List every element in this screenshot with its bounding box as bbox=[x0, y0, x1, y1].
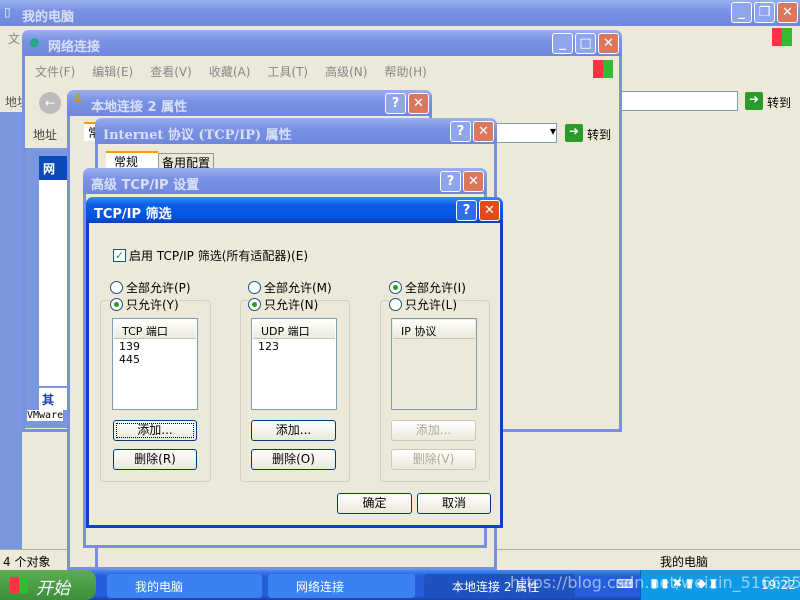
local-props-title: 本地连接 2 属性 bbox=[91, 100, 188, 115]
menu-file[interactable]: 文 bbox=[8, 30, 20, 47]
address-bar[interactable] bbox=[620, 91, 738, 111]
close-button[interactable]: ✕ bbox=[598, 33, 619, 54]
udp-add-button[interactable]: 添加... bbox=[251, 420, 336, 441]
globe-icon: ● bbox=[29, 35, 40, 49]
windows-logo bbox=[772, 28, 792, 46]
help-button[interactable]: ? bbox=[440, 171, 461, 192]
back-icon[interactable]: ← bbox=[39, 92, 61, 114]
maximize-button[interactable]: □ bbox=[575, 33, 596, 54]
menu-item[interactable]: 高级(N) bbox=[325, 63, 367, 80]
ok-button[interactable]: 确定 bbox=[337, 493, 412, 514]
menu-item[interactable]: 工具(T) bbox=[267, 63, 308, 80]
filter-titlebar[interactable]: TCP/IP 筛选 ? ✕ bbox=[86, 197, 503, 223]
help-button[interactable]: ? bbox=[385, 93, 406, 114]
tcp-permit-all-radio[interactable]: 全部允许(P) bbox=[110, 279, 191, 296]
close-button[interactable]: ✕ bbox=[777, 2, 798, 23]
my-computer-titlebar[interactable]: 我的电脑 _ ❐ ✕ bbox=[0, 0, 800, 26]
network-adapter-icon: ┻ bbox=[74, 94, 82, 108]
start-button[interactable]: 开始 bbox=[0, 570, 96, 600]
task-pane: 网 其 bbox=[25, 148, 79, 428]
close-button[interactable]: ✕ bbox=[463, 171, 484, 192]
radio-label: 只允许(L) bbox=[405, 298, 458, 312]
close-button[interactable]: ✕ bbox=[479, 200, 500, 221]
address-label: 地址 bbox=[33, 128, 58, 142]
menu-bar: 文件(F) 编辑(E) 查看(V) 收藏(A) 工具(T) 高级(N) 帮助(H… bbox=[35, 63, 427, 80]
network-titlebar[interactable]: 网络连接 _ □ ✕ bbox=[22, 30, 622, 56]
udp-permit-only-radio[interactable]: 只允许(N) bbox=[248, 296, 319, 313]
status-location: 我的电脑 bbox=[660, 555, 709, 569]
menu-item[interactable]: 查看(V) bbox=[150, 63, 192, 80]
task-label: 我的电脑 bbox=[135, 580, 184, 594]
ip-protocols-header: IP 协议 bbox=[393, 320, 475, 339]
taskbar-item-network[interactable]: 网络连接 bbox=[268, 574, 415, 598]
udp-remove-button[interactable]: 删除(O) bbox=[251, 449, 336, 470]
radio-label: 全部允许(I) bbox=[405, 281, 466, 295]
menu-item[interactable]: 帮助(H) bbox=[384, 63, 426, 80]
tcpip-props-title: Internet 协议 (TCP/IP) 属性 bbox=[103, 128, 292, 143]
radio-label: 只允许(Y) bbox=[126, 298, 179, 312]
tcp-remove-button[interactable]: 删除(R) bbox=[113, 449, 197, 470]
close-button[interactable]: ✕ bbox=[473, 121, 494, 142]
radio-label: 全部允许(M) bbox=[264, 281, 332, 295]
checkbox-checked-icon: ✓ bbox=[113, 249, 126, 262]
advanced-title: 高级 TCP/IP 设置 bbox=[91, 178, 200, 193]
status-count: 4 个对象 bbox=[3, 555, 51, 569]
go-button[interactable]: 转到 bbox=[587, 126, 611, 143]
my-computer-title: 我的电脑 bbox=[22, 10, 75, 25]
list-item[interactable]: 139 bbox=[113, 340, 197, 353]
go-icon[interactable]: ➜ bbox=[565, 124, 583, 142]
help-button[interactable]: ? bbox=[456, 200, 477, 221]
menu-item[interactable]: 编辑(E) bbox=[92, 63, 133, 80]
tcp-ports-header: TCP 端口 bbox=[114, 320, 196, 339]
go-button[interactable]: 转到 bbox=[767, 94, 791, 111]
vmware-label: VMware bbox=[27, 410, 64, 421]
watermark: https://blog.csdn.net/weixin_51663573 bbox=[510, 573, 800, 592]
ip-add-button: 添加... bbox=[391, 420, 476, 441]
close-button[interactable]: ✕ bbox=[408, 93, 429, 114]
udp-ports-header: UDP 端口 bbox=[253, 320, 335, 339]
start-label: 开始 bbox=[36, 579, 70, 599]
tcpip-filter-dialog: TCP/IP 筛选 ? ✕ ✓ 启用 TCP/IP 筛选(所有适配器)(E) 全… bbox=[86, 197, 503, 528]
restore-button[interactable]: ❐ bbox=[754, 2, 775, 23]
enable-filter-label: 启用 TCP/IP 筛选(所有适配器)(E) bbox=[129, 249, 308, 263]
task-label: 网络连接 bbox=[296, 580, 345, 594]
ip-remove-button: 删除(V) bbox=[391, 449, 476, 470]
windows-logo bbox=[593, 60, 613, 78]
tcpip-props-titlebar[interactable]: Internet 协议 (TCP/IP) 属性 ? ✕ bbox=[95, 118, 497, 144]
windows-logo bbox=[10, 577, 28, 593]
help-button[interactable]: ? bbox=[450, 121, 471, 142]
radio-label: 只允许(N) bbox=[264, 298, 319, 312]
cancel-button[interactable]: 取消 bbox=[417, 493, 491, 514]
left-pane bbox=[0, 112, 22, 549]
list-item[interactable]: 123 bbox=[252, 340, 336, 353]
ip-protocols-list: IP 协议 bbox=[391, 318, 477, 410]
menu-item[interactable]: 收藏(A) bbox=[209, 63, 251, 80]
list-item[interactable]: 445 bbox=[113, 353, 197, 366]
network-title: 网络连接 bbox=[48, 40, 101, 55]
local-props-titlebar[interactable]: 本地连接 2 属性 ? ✕ bbox=[67, 90, 432, 116]
menu-item[interactable]: 文件(F) bbox=[35, 63, 75, 80]
computer-icon: ▯ bbox=[4, 5, 11, 19]
tcp-permit-only-radio[interactable]: 只允许(Y) bbox=[110, 296, 179, 313]
tcp-add-button[interactable]: 添加... bbox=[113, 420, 197, 441]
udp-permit-all-radio[interactable]: 全部允许(M) bbox=[248, 279, 332, 296]
tcp-ports-list[interactable]: TCP 端口 139 445 bbox=[112, 318, 198, 410]
ip-permit-all-radio[interactable]: 全部允许(I) bbox=[389, 279, 466, 296]
filter-title: TCP/IP 筛选 bbox=[94, 207, 172, 222]
ip-permit-only-radio[interactable]: 只允许(L) bbox=[389, 296, 458, 313]
udp-ports-list[interactable]: UDP 端口 123 bbox=[251, 318, 337, 410]
taskbar-item-my-computer[interactable]: 我的电脑 bbox=[107, 574, 262, 598]
radio-label: 全部允许(P) bbox=[126, 281, 191, 295]
minimize-button[interactable]: _ bbox=[552, 33, 573, 54]
go-icon[interactable]: ➜ bbox=[745, 92, 763, 110]
advanced-titlebar[interactable]: 高级 TCP/IP 设置 ? ✕ bbox=[83, 168, 487, 194]
enable-filter-checkbox[interactable]: ✓ 启用 TCP/IP 筛选(所有适配器)(E) bbox=[113, 247, 308, 264]
minimize-button[interactable]: _ bbox=[731, 2, 752, 23]
